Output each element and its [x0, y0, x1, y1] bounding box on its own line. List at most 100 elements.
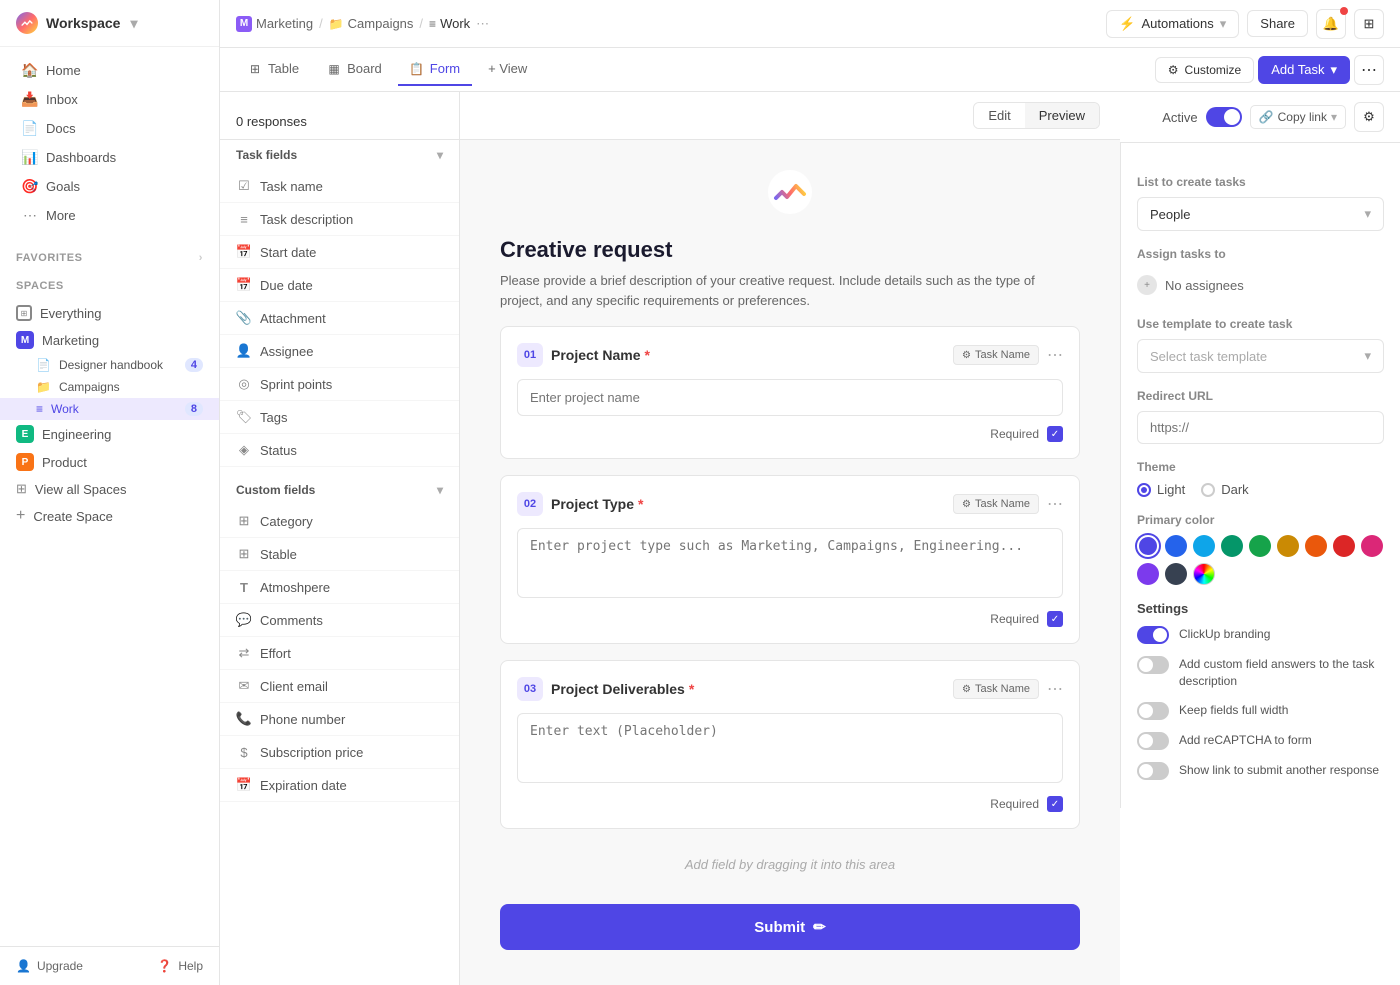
copy-link-button[interactable]: 🔗 Copy link ▾ — [1250, 105, 1346, 129]
sidebar-header[interactable]: Workspace ▾ — [0, 0, 219, 47]
redirect-url-input[interactable] — [1137, 411, 1384, 444]
task-fields-header[interactable]: Task fields ▾ — [220, 140, 459, 170]
color-swatch-3[interactable] — [1221, 535, 1243, 557]
project-name-input[interactable] — [517, 379, 1063, 416]
sidebar-item-view-all-spaces[interactable]: ⊞ View all Spaces — [0, 476, 219, 502]
keep-fields-toggle[interactable] — [1137, 702, 1169, 720]
sidebar-item-home[interactable]: 🏠 Home — [6, 56, 213, 84]
custom-fields-header[interactable]: Custom fields ▾ — [220, 475, 459, 505]
more-options-button[interactable]: ⋯ — [1354, 55, 1384, 85]
customize-button[interactable]: ⚙ Customize — [1155, 57, 1254, 83]
upgrade-button[interactable]: 👤 Upgrade — [16, 959, 83, 973]
recaptcha-toggle[interactable] — [1137, 732, 1169, 750]
color-swatch-6[interactable] — [1305, 535, 1327, 557]
comments-icon: 💬 — [236, 612, 252, 628]
tab-add-view[interactable]: + View — [476, 53, 539, 86]
more-icon: ⋯ — [22, 207, 38, 223]
field-2-more-icon[interactable]: ⋯ — [1047, 494, 1063, 514]
share-button[interactable]: Share — [1247, 10, 1308, 37]
required-checkbox-3[interactable] — [1047, 796, 1063, 812]
breadcrumb-marketing[interactable]: M Marketing — [236, 16, 313, 32]
sidebar-item-inbox[interactable]: 📥 Inbox — [6, 85, 213, 113]
field-start-date[interactable]: 📅 Start date — [220, 236, 459, 269]
color-picker-button[interactable] — [1193, 563, 1215, 585]
color-swatch-8[interactable] — [1361, 535, 1383, 557]
required-star-1: * — [644, 347, 649, 363]
sidebar-item-marketing[interactable]: M Marketing — [0, 326, 219, 354]
field-due-date[interactable]: 📅 Due date — [220, 269, 459, 302]
sidebar-item-work[interactable]: ≡ Work 8 — [0, 398, 219, 420]
sidebar-item-everything[interactable]: ⊞ Everything — [0, 300, 219, 326]
submit-button[interactable]: Submit ✏ — [500, 904, 1080, 950]
theme-dark-option[interactable]: Dark — [1201, 482, 1248, 497]
favorites-section[interactable]: Favorites › — [0, 246, 219, 266]
tab-board[interactable]: ▦ Board — [315, 53, 394, 86]
field-atmosphere[interactable]: T Atmoshpere — [220, 571, 459, 604]
breadcrumb-more-icon[interactable]: ⋯ — [476, 16, 489, 32]
setting-row-1: Add custom field answers to the task des… — [1137, 656, 1384, 690]
required-checkbox-2[interactable] — [1047, 611, 1063, 627]
breadcrumb-campaigns[interactable]: 📁 Campaigns — [329, 16, 414, 31]
sidebar-item-dashboards[interactable]: 📊 Dashboards — [6, 143, 213, 171]
field-attachment[interactable]: 📎 Attachment — [220, 302, 459, 335]
light-radio — [1137, 483, 1151, 497]
color-swatch-10[interactable] — [1165, 563, 1187, 585]
theme-light-option[interactable]: Light — [1137, 482, 1185, 497]
field-3-more-icon[interactable]: ⋯ — [1047, 679, 1063, 699]
color-swatch-7[interactable] — [1333, 535, 1355, 557]
field-comments[interactable]: 💬 Comments — [220, 604, 459, 637]
color-swatch-1[interactable] — [1165, 535, 1187, 557]
template-select[interactable]: Select task template ▾ — [1137, 339, 1384, 373]
tab-form[interactable]: 📋 Form — [398, 53, 472, 86]
breadcrumb-work[interactable]: ≡ Work — [429, 16, 470, 31]
field-1-more-icon[interactable]: ⋯ — [1047, 345, 1063, 365]
project-deliverables-input[interactable] — [517, 713, 1063, 783]
list-select[interactable]: People ▾ — [1137, 197, 1384, 231]
field-task-name[interactable]: ☑ Task name — [220, 170, 459, 203]
sidebar-item-create-space[interactable]: + Create Space — [0, 502, 219, 530]
field-category[interactable]: ⊞ Category — [220, 505, 459, 538]
automations-icon: ⚡ — [1119, 16, 1135, 32]
custom-field-answers-toggle[interactable] — [1137, 656, 1169, 674]
field-tags[interactable]: 🏷 Tags — [220, 401, 459, 434]
preview-mode-button[interactable]: Preview — [1025, 103, 1099, 128]
field-subscription-price[interactable]: $ Subscription price — [220, 736, 459, 769]
field-assignee[interactable]: 👤 Assignee — [220, 335, 459, 368]
sidebar-item-goals[interactable]: 🎯 Goals — [6, 172, 213, 200]
sidebar-item-engineering[interactable]: E Engineering — [0, 420, 219, 448]
color-swatch-5[interactable] — [1277, 535, 1299, 557]
field-task-desc[interactable]: ≡ Task description — [220, 203, 459, 236]
field-sprint-points[interactable]: ◎ Sprint points — [220, 368, 459, 401]
edit-mode-button[interactable]: Edit — [974, 103, 1024, 128]
field-phone-number[interactable]: 📞 Phone number — [220, 703, 459, 736]
field-effort[interactable]: ⇄ Effort — [220, 637, 459, 670]
color-swatch-9[interactable] — [1137, 563, 1159, 585]
required-checkbox-1[interactable] — [1047, 426, 1063, 442]
field-expiration-date[interactable]: 📅 Expiration date — [220, 769, 459, 802]
expiry-icon: 📅 — [236, 777, 252, 793]
sidebar-item-docs[interactable]: 📄 Docs — [6, 114, 213, 142]
clickup-branding-toggle[interactable] — [1137, 626, 1169, 644]
sidebar-item-product[interactable]: P Product — [0, 448, 219, 476]
field-stable[interactable]: ⊞ Stable — [220, 538, 459, 571]
active-toggle[interactable] — [1206, 107, 1242, 127]
color-swatch-2[interactable] — [1193, 535, 1215, 557]
sidebar-item-designer-handbook[interactable]: 📄 Designer handbook 4 — [0, 354, 219, 376]
setting-label-1: Add custom field answers to the task des… — [1179, 656, 1384, 690]
add-task-button[interactable]: Add Task ▾ — [1258, 56, 1350, 84]
sidebar-item-more[interactable]: ⋯ More — [6, 201, 213, 229]
color-swatch-0[interactable] — [1137, 535, 1159, 557]
field-client-email[interactable]: ✉ Client email — [220, 670, 459, 703]
project-type-input[interactable] — [517, 528, 1063, 598]
responses-count: 0 responses — [236, 114, 307, 129]
help-button[interactable]: ❓ Help — [157, 959, 203, 973]
field-status[interactable]: ◈ Status — [220, 434, 459, 467]
sidebar-item-campaigns[interactable]: 📁 Campaigns — [0, 376, 219, 398]
submit-another-toggle[interactable] — [1137, 762, 1169, 780]
settings-icon-button[interactable]: ⚙ — [1354, 102, 1384, 132]
color-swatch-4[interactable] — [1249, 535, 1271, 557]
sidebar-item-label: Home — [46, 63, 81, 78]
tab-table[interactable]: ⊞ Table — [236, 53, 311, 86]
layout-button[interactable]: ⊞ — [1354, 9, 1384, 39]
automations-button[interactable]: ⚡ Automations ▾ — [1106, 10, 1239, 38]
